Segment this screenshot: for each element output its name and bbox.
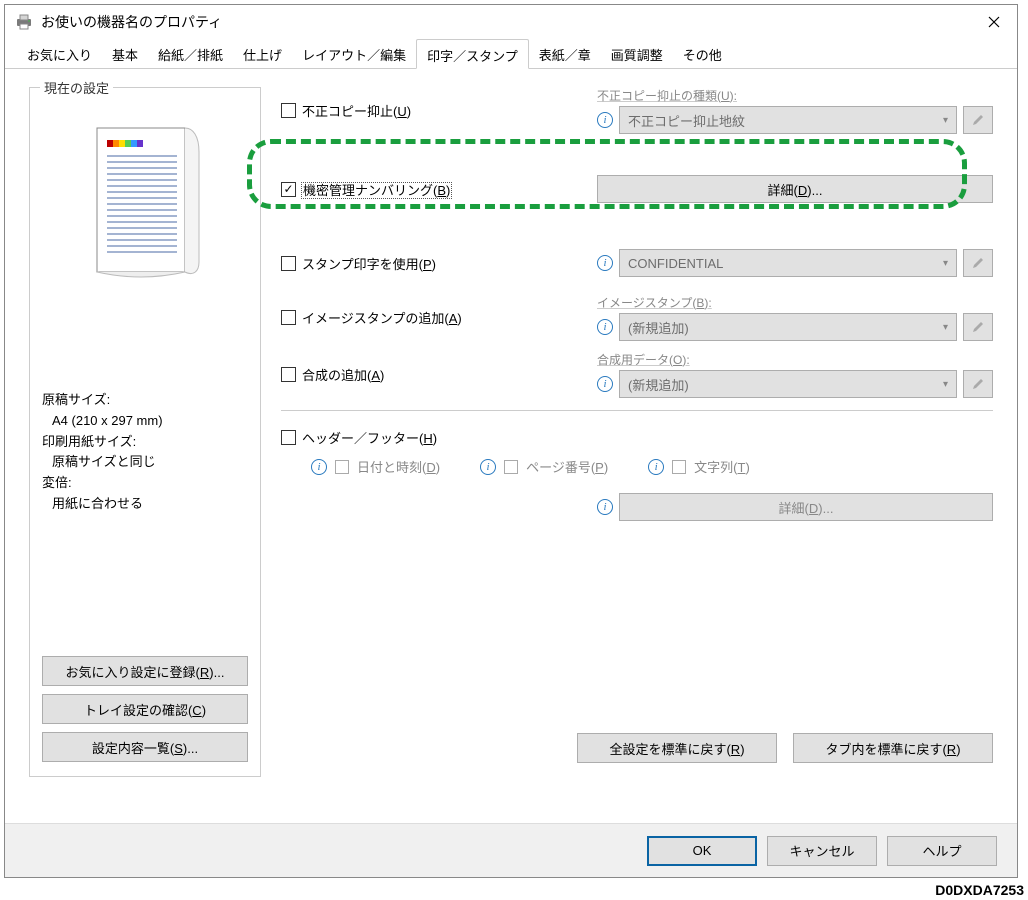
info-icon[interactable]: i <box>648 459 664 475</box>
settings-list-button[interactable]: 設定内容一覧(S)... <box>42 732 248 762</box>
info-icon[interactable]: i <box>597 319 613 335</box>
ok-button[interactable]: OK <box>647 836 757 866</box>
security-numbering-label: 機密管理ナンバリング(B) <box>302 180 451 199</box>
info-icon[interactable]: i <box>480 459 496 475</box>
page-label: ページ番号(P) <box>526 457 608 476</box>
stamp-select[interactable]: CONFIDENTIAL▾ <box>619 249 957 277</box>
tab-7[interactable]: 画質調整 <box>601 39 673 68</box>
copy-guard-checkbox[interactable] <box>281 103 296 118</box>
text-label: 文字列(T) <box>694 457 750 476</box>
info-icon[interactable]: i <box>597 499 613 515</box>
reference-id: D0DXDA7253 <box>935 882 1024 898</box>
page-checkbox <box>504 460 518 474</box>
tab-8[interactable]: その他 <box>673 39 732 68</box>
tab-1[interactable]: 基本 <box>102 39 148 68</box>
orig-size-value: A4 (210 x 297 mm) <box>52 411 248 432</box>
image-stamp-label: イメージスタンプの追加(A) <box>302 308 462 327</box>
right-panel: 不正コピー抑止(U) 不正コピー抑止の種類(U): i 不正コピー抑止地紋▾ 機… <box>261 79 993 777</box>
date-checkbox <box>335 460 349 474</box>
content-area: 現在の設定 原稿サイズ: A4 (210 x 29 <box>5 69 1017 777</box>
overlay-label: 合成の追加(A) <box>302 365 384 384</box>
paper-size-value: 原稿サイズと同じ <box>52 452 248 473</box>
tab-3[interactable]: 仕上げ <box>233 39 292 68</box>
help-button[interactable]: ヘルプ <box>887 836 997 866</box>
tab-0[interactable]: お気に入り <box>17 39 102 68</box>
stamp-label: スタンプ印字を使用(P) <box>302 254 436 273</box>
overlay-checkbox[interactable] <box>281 367 296 382</box>
image-stamp-select[interactable]: (新規追加)▾ <box>619 313 957 341</box>
page-preview <box>85 122 205 282</box>
tab-2[interactable]: 給紙／排紙 <box>148 39 233 68</box>
left-panel: 現在の設定 原稿サイズ: A4 (210 x 29 <box>29 79 261 777</box>
zoom-value: 用紙に合わせる <box>52 494 248 515</box>
info-icon[interactable]: i <box>311 459 327 475</box>
tab-4[interactable]: レイアウト／編集 <box>292 39 416 68</box>
overlay-select-label: 合成用データ(O): <box>597 351 993 368</box>
current-settings-legend: 現在の設定 <box>40 78 113 97</box>
edit-icon[interactable] <box>963 313 993 341</box>
titlebar: お使いの機器名のプロパティ <box>5 5 1017 39</box>
close-button[interactable] <box>971 5 1017 39</box>
security-numbering-checkbox[interactable] <box>281 182 296 197</box>
security-numbering-details-button[interactable]: 詳細(D)... <box>597 175 993 203</box>
confirm-tray-button[interactable]: トレイ設定の確認(C) <box>42 694 248 724</box>
text-checkbox <box>672 460 686 474</box>
printer-icon <box>15 14 33 30</box>
tab-6[interactable]: 表紙／章 <box>529 39 601 68</box>
window-title: お使いの機器名のプロパティ <box>41 12 222 32</box>
properties-window: お使いの機器名のプロパティ お気に入り基本給紙／排紙仕上げレイアウト／編集印字／… <box>4 4 1018 878</box>
image-stamp-select-label: イメージスタンプ(B): <box>597 294 993 311</box>
header-footer-details-button: 詳細(D)... <box>619 493 993 521</box>
header-footer-checkbox[interactable] <box>281 430 296 445</box>
settings-info: 原稿サイズ: A4 (210 x 297 mm) 印刷用紙サイズ: 原稿サイズと… <box>42 390 248 515</box>
header-footer-label: ヘッダー／フッター(H) <box>302 428 437 447</box>
dialog-footer: OK キャンセル ヘルプ <box>5 823 1017 877</box>
info-icon[interactable]: i <box>597 112 613 128</box>
copy-guard-label: 不正コピー抑止(U) <box>302 101 411 120</box>
image-stamp-checkbox[interactable] <box>281 310 296 325</box>
edit-icon[interactable] <box>963 106 993 134</box>
info-icon[interactable]: i <box>597 376 613 392</box>
zoom-label: 変倍: <box>42 473 248 494</box>
copy-guard-type-label: 不正コピー抑止の種類(U): <box>597 87 993 104</box>
reset-tab-button[interactable]: タブ内を標準に戻す(R) <box>793 733 993 763</box>
register-favorite-button[interactable]: お気に入り設定に登録(R)... <box>42 656 248 686</box>
tab-5[interactable]: 印字／スタンプ <box>416 39 529 69</box>
copy-guard-type-select[interactable]: 不正コピー抑止地紋▾ <box>619 106 957 134</box>
overlay-select[interactable]: (新規追加)▾ <box>619 370 957 398</box>
edit-icon[interactable] <box>963 370 993 398</box>
stamp-checkbox[interactable] <box>281 256 296 271</box>
paper-size-label: 印刷用紙サイズ: <box>42 432 248 453</box>
orig-size-label: 原稿サイズ: <box>42 390 248 411</box>
tabs: お気に入り基本給紙／排紙仕上げレイアウト／編集印字／スタンプ表紙／章画質調整その… <box>5 39 1017 69</box>
date-label: 日付と時刻(D) <box>357 457 440 476</box>
edit-icon[interactable] <box>963 249 993 277</box>
reset-all-button[interactable]: 全設定を標準に戻す(R) <box>577 733 777 763</box>
info-icon[interactable]: i <box>597 255 613 271</box>
cancel-button[interactable]: キャンセル <box>767 836 877 866</box>
